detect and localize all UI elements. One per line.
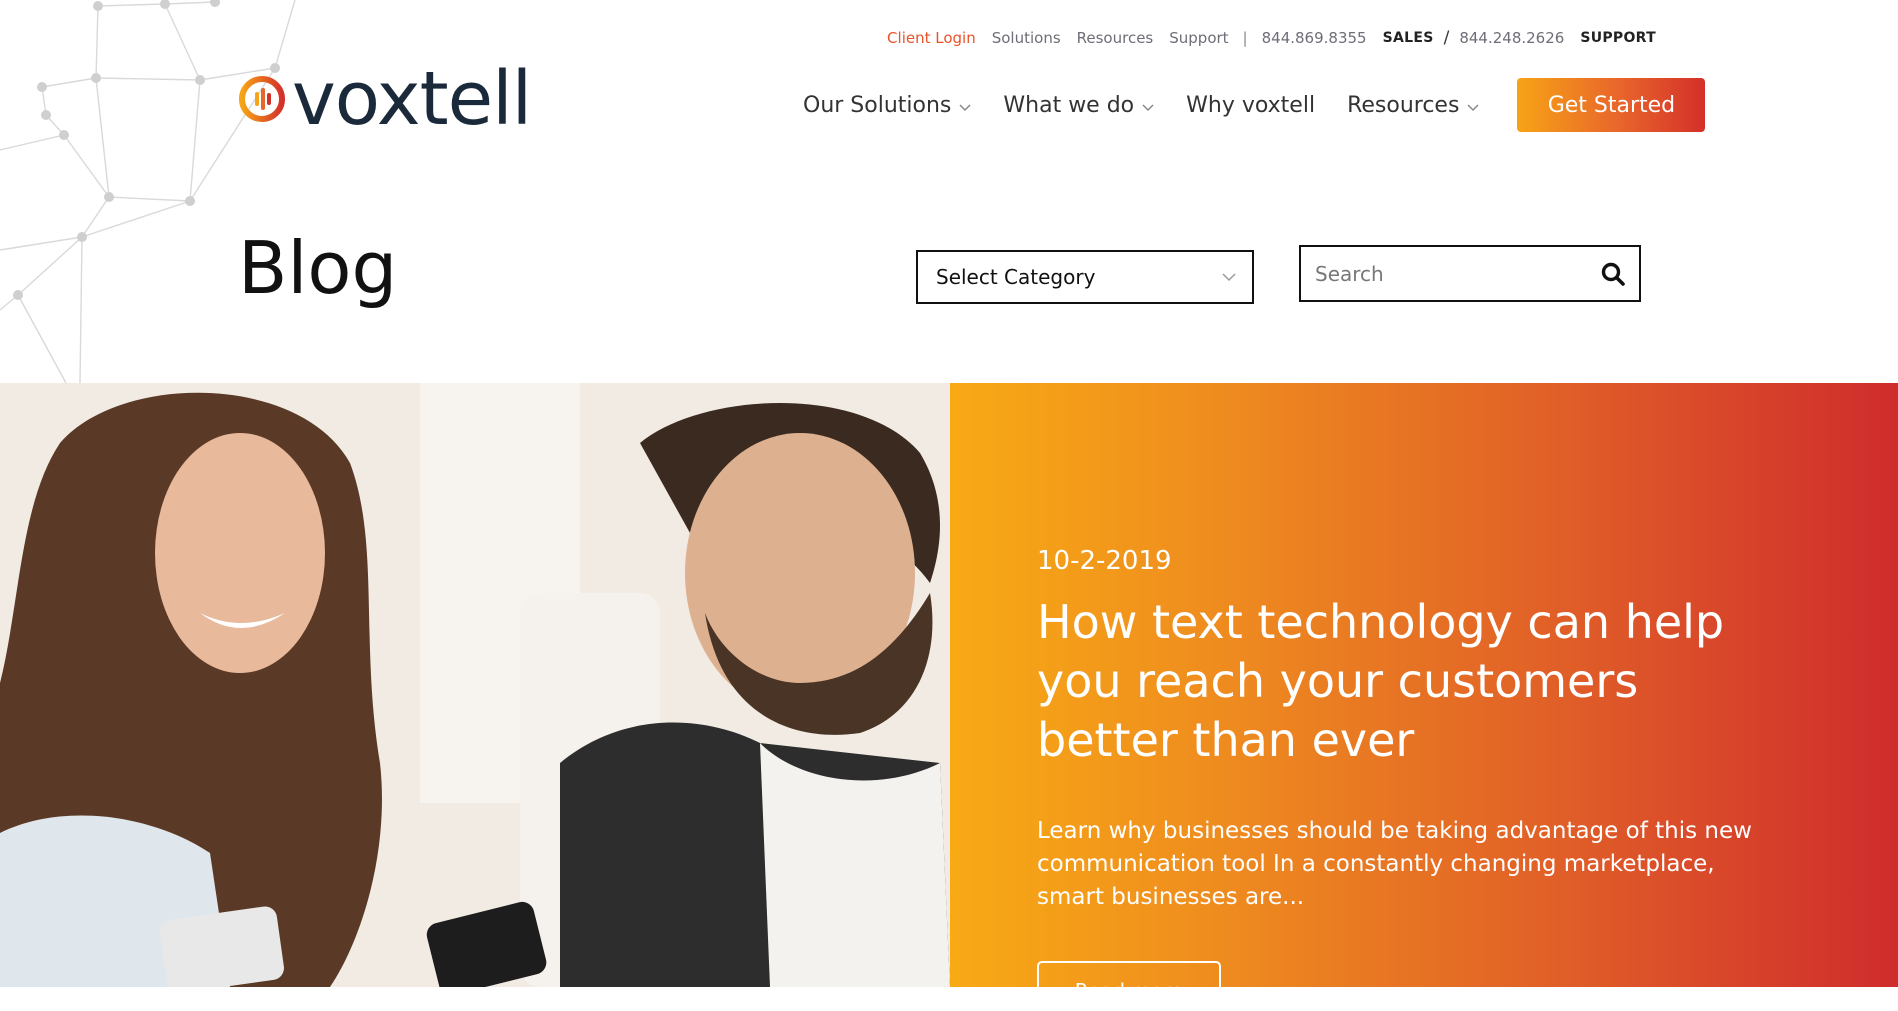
category-select[interactable]: Select Category [916, 250, 1254, 304]
utility-nav: Client Login Solutions Resources Support… [887, 26, 1656, 50]
nav-our-solutions-label: Our Solutions [803, 92, 952, 118]
client-login-link[interactable]: Client Login [887, 29, 976, 47]
page-title: Blog [238, 226, 398, 310]
chevron-down-icon [1142, 104, 1154, 112]
support-phone-link[interactable]: 844.248.2626 [1459, 29, 1564, 47]
support-label: SUPPORT [1580, 30, 1656, 46]
logo-text: voxtell [292, 56, 532, 142]
resources-link[interactable]: Resources [1077, 29, 1154, 47]
search-button[interactable] [1587, 247, 1639, 300]
search-icon [1601, 262, 1625, 286]
post-excerpt: Learn why businesses should be taking ad… [1037, 818, 1752, 910]
nav-resources-label: Resources [1347, 92, 1460, 118]
support-link[interactable]: Support [1169, 29, 1228, 47]
voxtell-logo[interactable]: voxtell [236, 56, 532, 142]
featured-post: 10-2-2019 How text technology can help y… [0, 383, 1898, 1011]
featured-post-image [0, 383, 950, 987]
category-select-value: Select Category [936, 265, 1096, 289]
nav-resources[interactable]: Resources [1347, 93, 1479, 118]
search-box [1299, 245, 1641, 302]
utility-separator: | [1242, 29, 1248, 47]
chevron-down-icon [1467, 104, 1479, 112]
solutions-link[interactable]: Solutions [992, 29, 1061, 47]
main-nav: Our Solutions What we do Why voxtell Res… [803, 78, 1706, 132]
voxtell-logo-icon [239, 76, 285, 122]
nav-what-we-do[interactable]: What we do [1003, 93, 1154, 118]
nav-why-voxtell[interactable]: Why voxtell [1186, 93, 1315, 118]
people-with-phones-photo [0, 383, 950, 987]
utility-slash: / [1443, 28, 1450, 48]
search-input[interactable] [1301, 247, 1587, 300]
nav-what-we-do-label: What we do [1003, 92, 1135, 118]
nav-why-voxtell-label: Why voxtell [1186, 92, 1316, 118]
sales-label: SALES [1382, 30, 1434, 46]
post-title[interactable]: How text technology can help you reach y… [1037, 593, 1757, 770]
featured-post-panel: 10-2-2019 How text technology can help y… [950, 383, 1898, 1011]
chevron-down-icon [1222, 272, 1236, 281]
post-date: 10-2-2019 [1037, 546, 1172, 576]
chevron-down-icon [959, 104, 971, 112]
nav-our-solutions[interactable]: Our Solutions [803, 93, 971, 118]
get-started-button[interactable]: Get Started [1517, 78, 1706, 132]
sales-phone-link[interactable]: 844.869.8355 [1262, 29, 1367, 47]
read-more-button[interactable]: Read more [1037, 961, 1221, 1011]
